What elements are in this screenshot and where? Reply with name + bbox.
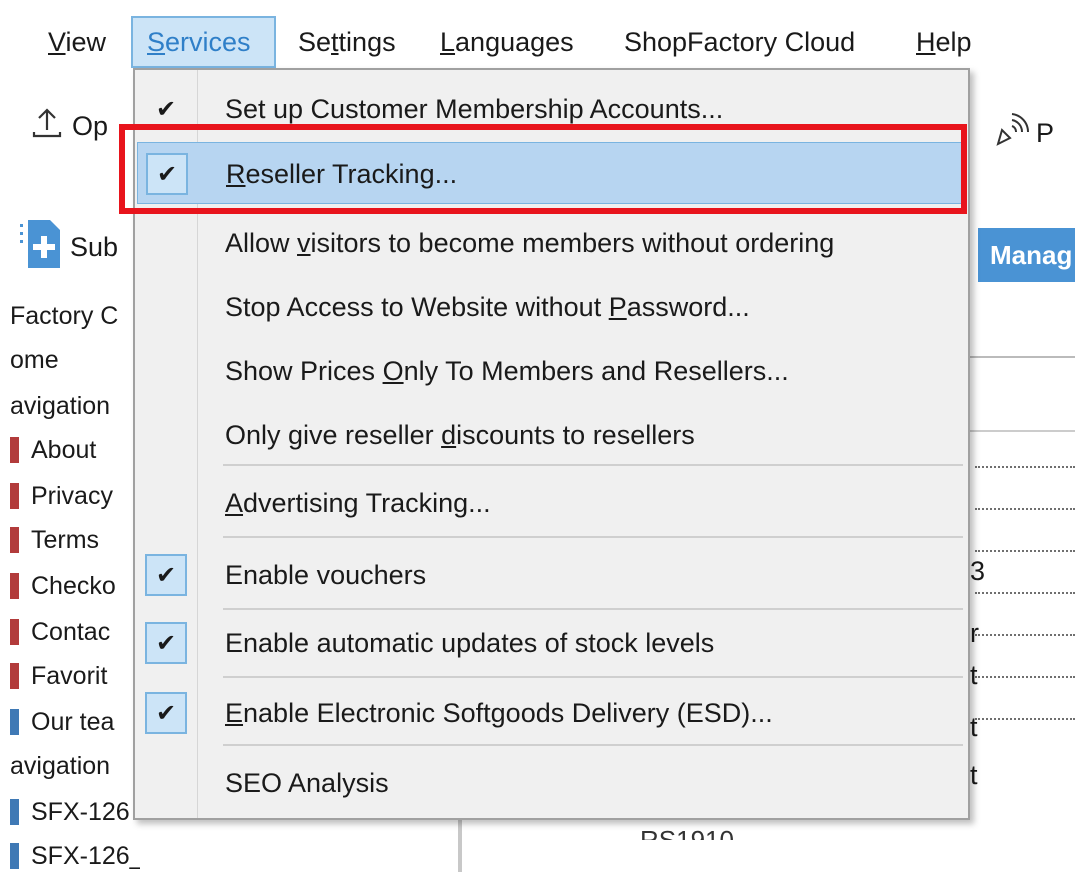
- publish-label: P: [1036, 118, 1055, 148]
- menu-item-allow-visitors-members[interactable]: Allow visitors to become members without…: [137, 212, 966, 274]
- page-icon: [10, 799, 19, 825]
- menu-item-reseller-tracking[interactable]: ✔ Reseller Tracking...: [137, 142, 966, 204]
- checkmark-icon: ✔: [146, 153, 188, 195]
- page-icon: [10, 483, 19, 509]
- checkmark-icon: ✔: [145, 692, 187, 734]
- row-fragment: t: [970, 660, 978, 690]
- dotted-line: [975, 466, 1075, 468]
- menu-services[interactable]: Services: [131, 16, 276, 68]
- page-icon: [10, 843, 19, 869]
- page-icon: [10, 573, 19, 599]
- row-fragment: t: [970, 712, 978, 742]
- checkmark-icon: ✔: [145, 622, 187, 664]
- menu-item-reseller-discounts[interactable]: Only give reseller discounts to reseller…: [137, 404, 966, 466]
- tree-item[interactable]: Privacy: [10, 474, 113, 518]
- right-panel-divider: [965, 430, 1075, 432]
- tree-item[interactable]: avigation: [10, 744, 110, 788]
- right-panel-field: [965, 296, 1075, 358]
- menu-separator: [223, 744, 963, 746]
- menu-languages[interactable]: Languages: [426, 16, 588, 68]
- menu-item-customer-membership[interactable]: ✔ Set up Customer Membership Accounts...: [137, 78, 966, 140]
- submit-button[interactable]: Sub: [18, 218, 118, 277]
- broadcast-icon: [990, 110, 1030, 157]
- tree-item[interactable]: Checko: [10, 564, 116, 608]
- menu-item-advertising-tracking[interactable]: Advertising Tracking...: [137, 472, 966, 534]
- manage-button[interactable]: Manag: [978, 228, 1075, 282]
- tree-item[interactable]: Factory C: [10, 294, 118, 338]
- menu-separator: [223, 608, 963, 610]
- menu-shopfactory-cloud[interactable]: ShopFactory Cloud: [610, 16, 869, 68]
- dotted-line: [975, 592, 1075, 594]
- page-icon: [10, 437, 19, 463]
- page-icon: [10, 619, 19, 645]
- row-fragment: r: [970, 618, 979, 648]
- menu-item-stock-levels[interactable]: ✔ Enable automatic updates of stock leve…: [137, 612, 966, 674]
- publish-button[interactable]: P: [990, 110, 1054, 157]
- page-icon: [10, 527, 19, 553]
- navigation-tree: Factory C ome avigation About Privacy Te…: [0, 290, 140, 872]
- tree-item[interactable]: SFX-126: [10, 790, 130, 834]
- menu-item-esd[interactable]: ✔ Enable Electronic Softgoods Delivery (…: [137, 682, 966, 744]
- menu-item-stop-access-password[interactable]: Stop Access to Website without Password.…: [137, 276, 966, 338]
- page-icon: [10, 663, 19, 689]
- dotted-line: [975, 550, 1075, 552]
- menu-help[interactable]: Help: [902, 16, 986, 68]
- tree-item[interactable]: Terms: [10, 518, 99, 562]
- tree-item[interactable]: avigation: [10, 384, 110, 428]
- checkmark-icon: ✔: [155, 95, 177, 123]
- row-fragment: t: [970, 760, 978, 790]
- dotted-line: [975, 676, 1075, 678]
- menu-separator: [223, 536, 963, 538]
- upload-icon: [30, 106, 64, 147]
- services-dropdown-menu: ✔ Set up Customer Membership Accounts...…: [133, 68, 970, 820]
- tree-item[interactable]: Favorit: [10, 654, 107, 698]
- page-icon: [10, 709, 19, 735]
- menu-settings[interactable]: Settings: [284, 16, 410, 68]
- checkmark-icon: ✔: [145, 554, 187, 596]
- tree-item[interactable]: About: [10, 428, 96, 472]
- tree-item[interactable]: Contac: [10, 610, 110, 654]
- row-fragment: 3: [970, 556, 986, 586]
- menu-view[interactable]: View: [34, 16, 120, 68]
- menu-separator: [223, 676, 963, 678]
- dotted-line: [975, 634, 1075, 636]
- grid-row-fragment: RS1910: [640, 825, 734, 840]
- tree-item[interactable]: ome: [10, 338, 59, 382]
- menu-item-seo-analysis[interactable]: SEO Analysis: [137, 752, 966, 814]
- menu-item-enable-vouchers[interactable]: ✔ Enable vouchers: [137, 544, 966, 606]
- dotted-line: [975, 508, 1075, 510]
- sub-label: Sub: [70, 232, 119, 262]
- open-button[interactable]: Op: [30, 106, 108, 147]
- tree-item[interactable]: Our tea: [10, 700, 114, 744]
- open-label: Op: [72, 111, 109, 141]
- pane-splitter[interactable]: [458, 818, 462, 872]
- dotted-line: [975, 718, 1075, 720]
- tree-item[interactable]: SFX-126_4: [10, 834, 140, 872]
- add-page-icon: [18, 218, 64, 277]
- menu-separator: [223, 464, 963, 466]
- menu-item-show-prices-members[interactable]: Show Prices Only To Members and Reseller…: [137, 340, 966, 402]
